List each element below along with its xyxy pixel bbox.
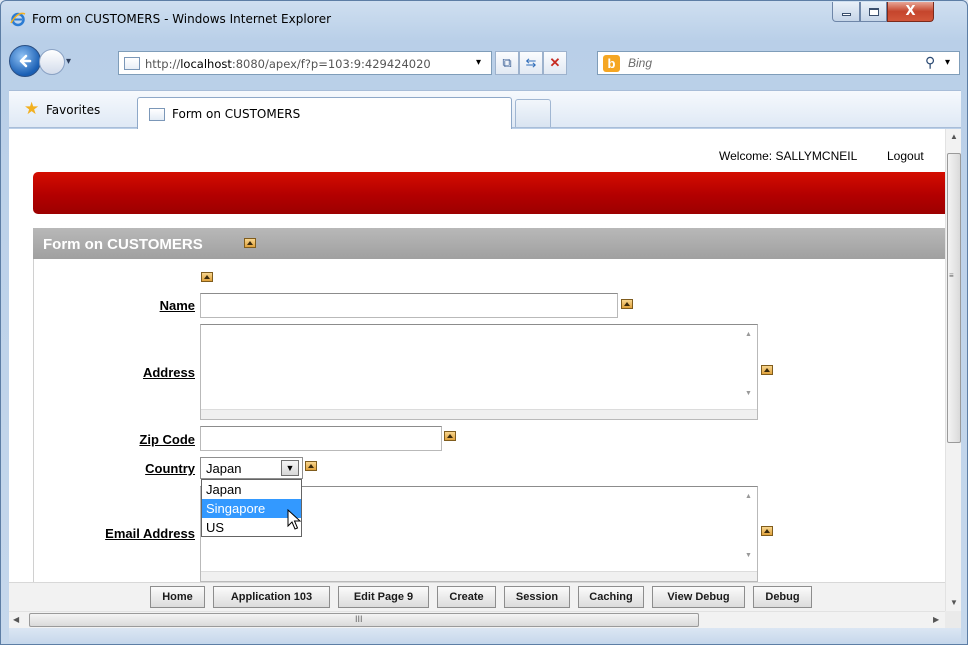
page-icon [124,57,140,70]
edit-item-icon[interactable] [201,272,213,282]
edit-item-icon[interactable] [761,526,773,536]
scroll-corner [945,611,961,628]
address-bar[interactable]: http://localhost:8080/apex/f?p=103:9:429… [118,51,492,75]
internet-explorer-icon [10,12,26,27]
scroll-right-icon[interactable]: ▶ [933,615,939,624]
forward-button[interactable] [39,49,65,75]
favorites-button[interactable]: Favorites [46,103,100,117]
close-icon: X [905,4,916,19]
dev-session-button[interactable]: Session [504,586,570,608]
dev-debug-button[interactable]: Debug [753,586,812,608]
back-arrow-icon [19,54,32,68]
maximize-button[interactable] [860,2,887,22]
scroll-up-icon[interactable]: ▲ [745,331,752,338]
country-select[interactable]: Japan ▼ [200,457,303,479]
scroll-down-icon[interactable]: ▼ [950,598,958,607]
country-selected-value: Japan [206,461,242,476]
url-scheme: http:// [145,57,181,71]
zip-code-label[interactable]: Zip Code [99,432,195,447]
edit-item-icon[interactable] [444,431,456,441]
dev-view-debug-button[interactable]: View Debug [652,586,745,608]
favorites-bar: ★ Favorites Form on CUSTOMERS [9,90,961,129]
dev-home-button[interactable]: Home [150,586,205,608]
scroll-grip-icon: III [355,614,363,624]
new-tab-button[interactable] [515,99,551,127]
country-option-japan[interactable]: Japan [202,480,301,499]
minimize-button[interactable] [832,2,860,22]
maximize-icon [868,7,879,16]
horizontal-scroll-thumb[interactable]: III [29,613,699,627]
url-path: :8080/apex/f?p=103:9:429424020 [231,57,431,71]
name-input[interactable] [200,293,618,318]
scroll-down-icon[interactable]: ▼ [745,390,752,397]
address-dropdown-icon[interactable]: ▾ [476,57,481,68]
address-textarea[interactable]: ▲ ▼ [200,324,758,420]
name-label[interactable]: Name [109,298,195,313]
close-button[interactable]: X [887,2,934,22]
dev-caching-button[interactable]: Caching [578,586,644,608]
logout-link[interactable]: Logout [887,149,924,163]
mouse-pointer-icon [287,509,301,530]
search-dropdown-icon[interactable]: ▾ [945,57,950,68]
address-label[interactable]: Address [109,365,195,380]
edit-item-icon[interactable] [761,365,773,375]
edit-region-icon[interactable] [244,238,256,248]
browser-window: Form on CUSTOMERS - Windows Internet Exp… [0,0,968,645]
stop-button[interactable]: ✕ [543,51,567,75]
scroll-up-icon[interactable]: ▲ [950,132,958,141]
compatibility-view-button[interactable]: ⧉ [495,51,519,75]
edit-item-icon[interactable] [305,461,317,471]
dev-application-button[interactable]: Application 103 [213,586,330,608]
edit-item-icon[interactable] [621,299,633,309]
textarea-scrollbar[interactable]: ▲ ▼ [740,487,757,581]
url-host: localhost [180,57,232,71]
search-input[interactable]: Bing [628,56,652,70]
textarea-scrollbar[interactable]: ▲ ▼ [740,325,757,419]
dev-create-button[interactable]: Create [437,586,496,608]
search-box[interactable]: b Bing ⚲ ▾ [597,51,960,75]
status-bar [9,628,961,642]
back-button[interactable] [9,45,41,77]
vertical-scroll-thumb[interactable] [947,153,961,443]
page-viewport: Welcome: SALLYMCNEIL Logout Form on CUST… [9,129,945,611]
chevron-down-icon[interactable]: ▼ [281,460,299,476]
stop-icon: ✕ [549,55,561,70]
refresh-icon: ⇆ [525,55,537,70]
region-title: Form on CUSTOMERS [43,236,203,253]
scroll-down-icon[interactable]: ▼ [745,552,752,559]
textarea-resize-bar[interactable] [201,571,757,581]
scroll-left-icon[interactable]: ◀ [13,615,19,624]
scroll-grip-icon: ≡ [949,271,954,280]
scroll-up-icon[interactable]: ▲ [745,493,752,500]
horizontal-scrollbar[interactable]: ◀ III ▶ [9,611,945,628]
vertical-scrollbar[interactable]: ▲ ≡ ▼ [945,129,961,611]
header-banner [33,172,945,214]
tab-label: Form on CUSTOMERS [172,107,301,121]
country-label[interactable]: Country [109,461,195,476]
textarea-resize-bar[interactable] [201,409,757,419]
bing-logo-icon: b [603,55,620,72]
search-icon[interactable]: ⚲ [925,54,935,71]
region-header: Form on CUSTOMERS [33,228,945,259]
email-address-label[interactable]: Email Address [69,526,195,541]
tab-form-on-customers[interactable]: Form on CUSTOMERS [137,97,512,129]
minimize-icon [841,13,851,16]
refresh-button[interactable]: ⇆ [519,51,543,75]
recent-pages-dropdown[interactable]: ▾ [66,56,71,67]
developer-toolbar: Home Application 103 Edit Page 9 Create … [9,582,945,611]
dev-edit-page-button[interactable]: Edit Page 9 [338,586,429,608]
window-title: Form on CUSTOMERS - Windows Internet Exp… [32,12,332,26]
compatibility-view-icon: ⧉ [502,55,512,70]
address-url[interactable]: http://localhost:8080/apex/f?p=103:9:429… [145,57,431,71]
welcome-text: Welcome: SALLYMCNEIL [719,149,858,163]
zip-code-input[interactable] [200,426,442,451]
page-icon [149,108,165,121]
favorites-star-icon[interactable]: ★ [24,99,39,119]
